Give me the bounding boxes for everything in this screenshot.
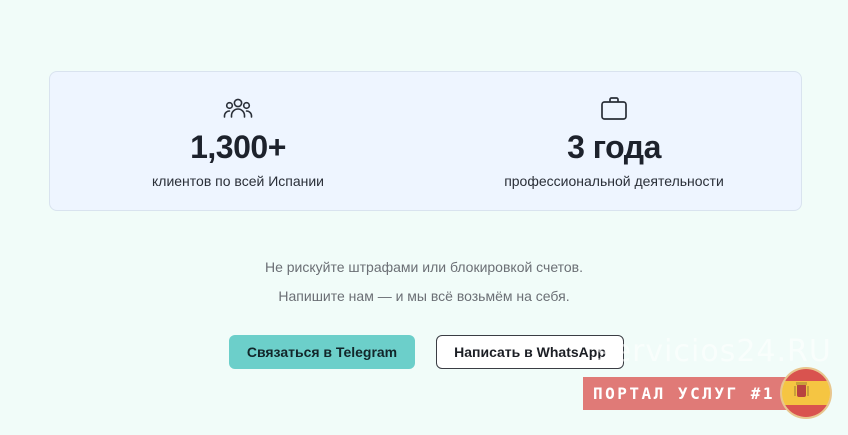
site-watermark: servicios24.RU [596, 334, 832, 369]
users-icon [223, 98, 253, 118]
spain-seal-icon [780, 367, 832, 419]
portal-banner: ПОРТАЛ УСЛУГ #1 [583, 377, 793, 410]
stats-card: 1,300+ клиентов по всей Испании 3 года п… [49, 71, 802, 211]
risk-note: Не рискуйте штрафами или блокировкой сче… [264, 259, 584, 275]
telegram-contact-button[interactable]: Связаться в Telegram [229, 335, 415, 369]
stat-caption: профессиональной деятельности [504, 173, 724, 189]
stat-caption: клиентов по всей Испании [152, 173, 324, 189]
stat-clients: 1,300+ клиентов по всей Испании [50, 72, 426, 212]
contact-note: Напишите нам — и мы всё возьмём на себя. [278, 288, 570, 304]
briefcase-icon [601, 97, 627, 120]
stat-experience: 3 года профессиональной деятельности [426, 72, 802, 212]
stat-value: 3 года [567, 129, 661, 165]
stat-value: 1,300+ [190, 129, 286, 165]
